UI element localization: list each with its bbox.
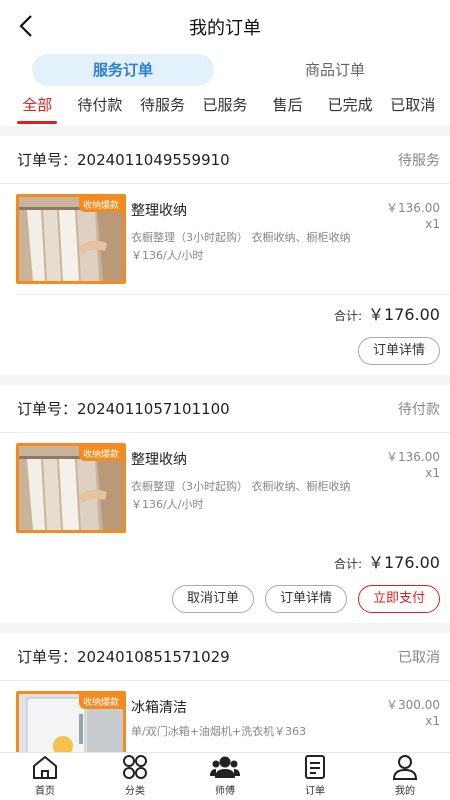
service-description: 衣橱整理（3小时起购） 衣橱收纳、橱柜收纳￥136/人/小时 xyxy=(131,480,351,511)
nav-orders[interactable]: 订单 xyxy=(270,753,360,800)
tab-completed[interactable]: 已完成 xyxy=(319,88,382,126)
nav-category[interactable]: 分类 xyxy=(90,753,180,800)
user-icon xyxy=(392,755,418,780)
workers-icon xyxy=(210,756,240,778)
order-total: 合计: ￥176.00 xyxy=(16,301,440,327)
promo-badge: 收纳爆款 xyxy=(78,694,123,709)
nav-label: 我的 xyxy=(395,786,415,797)
segment-service-orders[interactable]: 服务订单 xyxy=(32,54,214,86)
price-block: ￥300.00 x1 xyxy=(386,697,440,729)
top-bar: 我的订单 xyxy=(0,0,450,52)
tab-pending-service[interactable]: 待服务 xyxy=(131,88,194,126)
item-info: 整理收纳 衣橱整理（3小时起购） 衣橱收纳、橱柜收纳￥136/人/小时 ￥136… xyxy=(126,443,440,533)
item-info: 冰箱清洁 单/双门冰箱+油烟机+洗衣机￥363 ￥300.00 x1 xyxy=(126,691,440,752)
tab-after-sales[interactable]: 售后 xyxy=(256,88,319,126)
order-list[interactable]: 订单号：2024011049559910 待服务 收纳爆款 整理收纳 衣橱整理（… xyxy=(0,126,450,752)
cancel-order-button[interactable]: 取消订单 xyxy=(171,585,254,613)
order-footer: 合计: ￥176.00 订单详情 xyxy=(0,294,450,375)
bottom-navigation: 首页 分类 师傅 订单 我的 xyxy=(0,752,450,800)
tab-all[interactable]: 全部 xyxy=(6,88,69,126)
order-status: 待服务 xyxy=(398,152,440,169)
order-number: 订单号：2024010851571029 xyxy=(17,648,230,666)
order-number: 订单号：2024011057101100 xyxy=(17,400,230,418)
order-number: 订单号：2024011049559910 xyxy=(17,151,230,169)
unit-price: ￥136.00 xyxy=(386,450,440,464)
order-header: 订单号：2024011057101100 待付款 xyxy=(0,385,450,433)
total-amount: ￥176.00 xyxy=(368,553,440,572)
segment-goods-orders[interactable]: 商品订单 xyxy=(244,54,426,86)
status-tabs: 全部 待付款 待服务 已服务 售后 已完成 已取消 xyxy=(0,88,450,126)
service-thumbnail: 收纳爆款 xyxy=(16,443,126,533)
order-card[interactable]: 订单号：2024011057101100 待付款 收纳爆款 整理收纳 衣橱整理（… xyxy=(0,385,450,623)
service-thumbnail: 收纳爆款 xyxy=(16,691,126,752)
quantity: x1 xyxy=(425,466,440,480)
total-label: 合计: xyxy=(333,309,362,323)
order-card[interactable]: 订单号：2024010851571029 已取消 收纳爆款 冰箱清洁 单/双门冰… xyxy=(0,633,450,752)
page-title: 我的订单 xyxy=(189,18,261,39)
tab-serviced[interactable]: 已服务 xyxy=(194,88,257,126)
nav-label: 订单 xyxy=(305,786,325,797)
category-icon xyxy=(123,755,147,779)
nav-workers[interactable]: 师傅 xyxy=(180,753,270,800)
nav-label: 师傅 xyxy=(215,786,235,797)
tab-cancelled[interactable]: 已取消 xyxy=(381,88,444,126)
pay-now-button[interactable]: 立即支付 xyxy=(357,585,440,613)
order-header: 订单号：2024011049559910 待服务 xyxy=(0,136,450,184)
order-card[interactable]: 订单号：2024011049559910 待服务 收纳爆款 整理收纳 衣橱整理（… xyxy=(0,136,450,375)
promo-badge: 收纳爆款 xyxy=(78,446,123,461)
unit-price: ￥300.00 xyxy=(386,698,440,712)
order-total: 合计: ￥176.00 xyxy=(16,549,440,575)
nav-label: 分类 xyxy=(125,786,145,797)
quantity: x1 xyxy=(425,714,440,728)
order-header: 订单号：2024010851571029 已取消 xyxy=(0,633,450,681)
order-detail-button[interactable]: 订单详情 xyxy=(357,337,440,365)
total-amount: ￥176.00 xyxy=(368,305,440,324)
home-icon xyxy=(33,756,57,779)
nav-mine[interactable]: 我的 xyxy=(360,753,450,800)
unit-price: ￥136.00 xyxy=(386,201,440,215)
nav-label: 首页 xyxy=(35,786,55,797)
order-status: 已取消 xyxy=(398,649,440,666)
order-item[interactable]: 收纳爆款 整理收纳 衣橱整理（3小时起购） 衣橱收纳、橱柜收纳￥136/人/小时… xyxy=(0,184,450,294)
tab-pending-payment[interactable]: 待付款 xyxy=(69,88,132,126)
action-buttons: 取消订单 订单详情 立即支付 xyxy=(16,585,440,613)
order-footer: 合计: ￥176.00 取消订单 订单详情 立即支付 xyxy=(0,549,450,623)
quantity: x1 xyxy=(425,217,440,231)
service-description: 衣橱整理（3小时起购） 衣橱收纳、橱柜收纳￥136/人/小时 xyxy=(131,231,351,262)
order-detail-button[interactable]: 订单详情 xyxy=(264,585,347,613)
service-thumbnail: 收纳爆款 xyxy=(16,194,126,284)
order-type-switch: 服务订单 商品订单 xyxy=(0,52,450,88)
order-status: 待付款 xyxy=(398,401,440,418)
order-item[interactable]: 收纳爆款 整理收纳 衣橱整理（3小时起购） 衣橱收纳、橱柜收纳￥136/人/小时… xyxy=(0,433,450,543)
promo-badge: 收纳爆款 xyxy=(78,197,123,212)
price-block: ￥136.00 x1 xyxy=(386,200,440,232)
action-buttons: 订单详情 xyxy=(16,337,440,365)
order-item[interactable]: 收纳爆款 冰箱清洁 单/双门冰箱+油烟机+洗衣机￥363 ￥300.00 x1 xyxy=(0,681,450,752)
total-label: 合计: xyxy=(333,557,362,571)
price-block: ￥136.00 x1 xyxy=(386,449,440,481)
nav-home[interactable]: 首页 xyxy=(0,753,90,800)
order-icon xyxy=(305,755,325,779)
item-info: 整理收纳 衣橱整理（3小时起购） 衣橱收纳、橱柜收纳￥136/人/小时 ￥136… xyxy=(126,194,440,284)
